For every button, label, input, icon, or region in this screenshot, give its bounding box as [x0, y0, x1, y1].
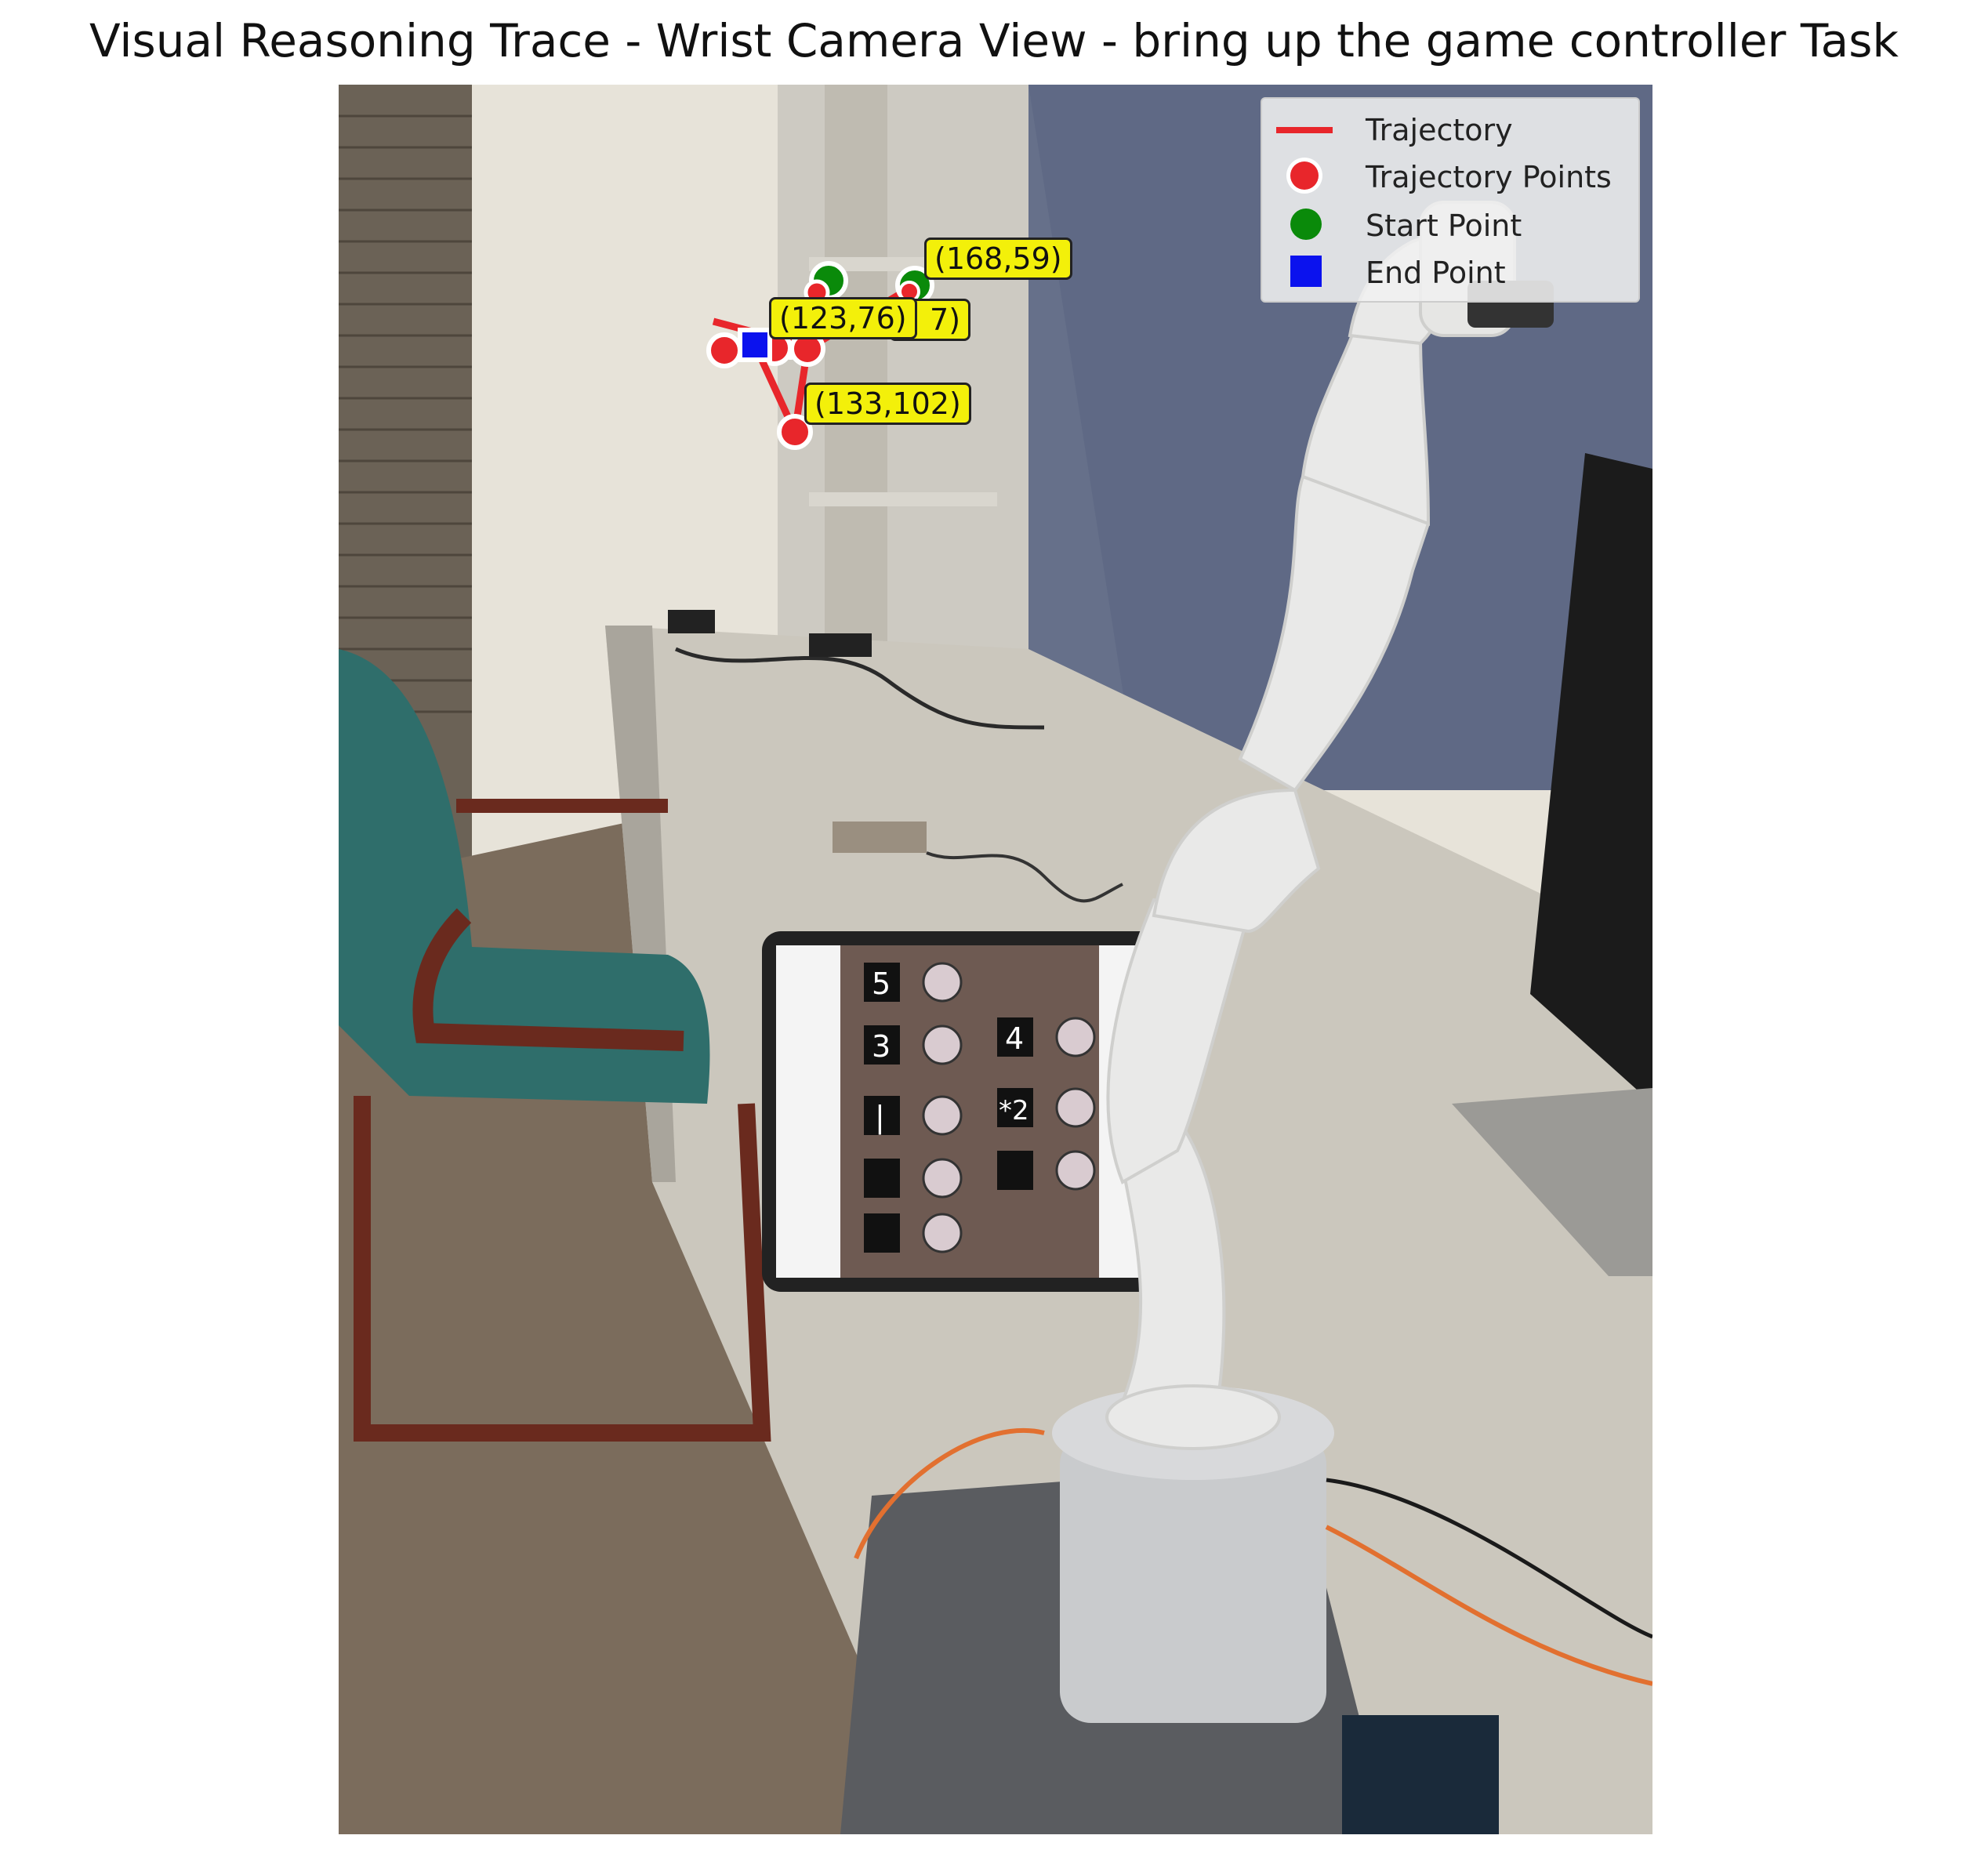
- blue-square-icon: [1290, 256, 1322, 287]
- legend: Trajectory Trajectory Points Start Point…: [1261, 97, 1640, 303]
- annotation-start: (168,59): [924, 238, 1072, 280]
- legend-trajectory: Trajectory: [1262, 107, 1638, 152]
- green-dot-icon: [1290, 209, 1322, 240]
- legend-start-point: Start Point: [1262, 202, 1638, 248]
- legend-end-point: End Point: [1262, 249, 1638, 295]
- end-point-marker: [738, 328, 772, 362]
- legend-trajectory-points: Trajectory Points: [1262, 154, 1638, 199]
- line-swatch-icon: [1276, 127, 1333, 133]
- red-dot-icon: [1290, 161, 1319, 190]
- annotation-p4: (133,102): [804, 383, 971, 425]
- annotation-p2: (123,76): [769, 297, 917, 339]
